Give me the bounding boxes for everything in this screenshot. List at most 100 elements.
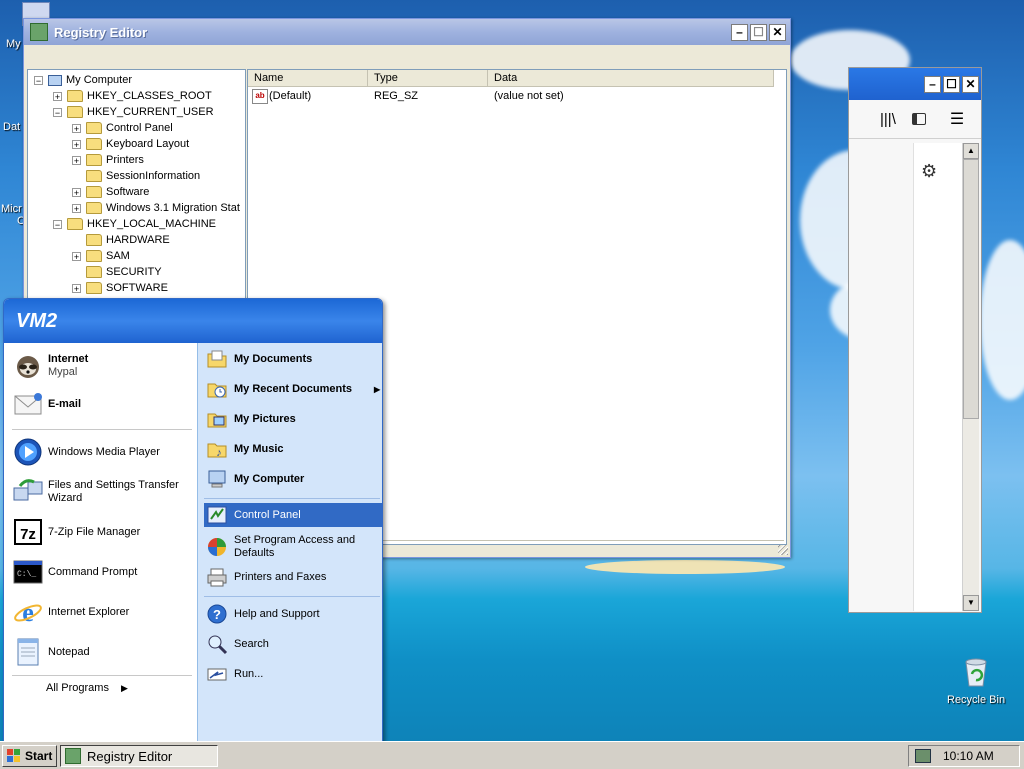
expand-icon[interactable]: + xyxy=(72,203,81,213)
control-panel-icon xyxy=(207,506,227,524)
start-item-internet-explorer[interactable]: e Internet Explorer xyxy=(12,595,192,629)
start-item-notepad[interactable]: Notepad xyxy=(12,635,192,669)
svg-text:C:\_: C:\_ xyxy=(17,570,36,579)
menu-icon[interactable]: ☰ xyxy=(950,109,964,129)
maximize-button[interactable]: ☐ xyxy=(750,23,767,41)
tree-node[interactable]: + Printers xyxy=(72,152,144,168)
folder-icon xyxy=(86,122,102,134)
start-button[interactable]: Start xyxy=(2,745,57,767)
collapse-icon[interactable]: − xyxy=(34,75,43,85)
start-item-email[interactable]: E-mail xyxy=(12,387,192,421)
tree-node[interactable]: + HKEY_CLASSES_ROOT xyxy=(53,88,212,104)
folder-icon xyxy=(86,250,102,262)
library-icon[interactable]: |||\ xyxy=(880,111,896,128)
start-item-transfer-wizard[interactable]: Files and Settings Transfer Wizard xyxy=(12,475,192,509)
sidebar-icon[interactable] xyxy=(911,113,926,125)
start-item-control-panel[interactable]: Control Panel xyxy=(204,503,382,527)
tree-node-label: HKEY_CURRENT_USER xyxy=(87,106,214,118)
start-item-run[interactable]: Run... xyxy=(206,662,263,686)
start-item-internet[interactable]: Internet Mypal xyxy=(12,349,192,383)
start-item-my-computer[interactable]: My Computer xyxy=(206,467,304,491)
expand-icon[interactable]: + xyxy=(53,91,62,101)
scroll-thumb[interactable] xyxy=(963,159,979,419)
expand-icon[interactable]: + xyxy=(72,251,81,261)
separator xyxy=(204,596,380,597)
collapse-icon[interactable]: − xyxy=(53,107,62,117)
recycle-bin-icon xyxy=(965,658,987,687)
arrow-right-icon: ▶ xyxy=(374,384,381,394)
scrollbar[interactable]: ▲ ▼ xyxy=(962,143,979,611)
string-value-icon: ab xyxy=(252,89,268,104)
close-button[interactable]: ✕ xyxy=(962,75,979,93)
start-item-my-pictures[interactable]: My Pictures xyxy=(206,407,296,431)
close-button[interactable]: ✕ xyxy=(769,23,786,41)
collapse-icon[interactable]: − xyxy=(53,219,62,229)
start-item-command-prompt[interactable]: C:\_ Command Prompt xyxy=(12,555,192,589)
clock[interactable]: 10:10 AM xyxy=(943,749,994,763)
tree-node[interactable]: SECURITY xyxy=(72,264,162,280)
column-header-name[interactable]: Name xyxy=(248,70,368,87)
desktop-icon-label[interactable]: Dat xyxy=(3,121,20,133)
start-item-program-access[interactable]: Set Program Access and Defaults xyxy=(206,534,376,560)
svg-text:e: e xyxy=(22,598,34,627)
tree-node[interactable]: + Windows 3.1 Migration Stat xyxy=(72,200,240,216)
folder-icon xyxy=(67,106,83,118)
start-item-help-and-support[interactable]: ? Help and Support xyxy=(206,602,320,626)
all-programs-button[interactable]: All Programs ▶ xyxy=(46,682,128,694)
desktop-icon-label[interactable]: Micr xyxy=(1,203,22,215)
column-header-type[interactable]: Type xyxy=(368,70,488,87)
start-item-my-documents[interactable]: My Documents xyxy=(206,347,312,371)
resize-grip[interactable] xyxy=(778,545,788,555)
desktop-icon-label[interactable]: My xyxy=(6,38,21,50)
tree-node[interactable]: + SOFTWARE xyxy=(72,280,168,296)
taskbar-button-registry-editor[interactable]: Registry Editor xyxy=(60,745,218,767)
folder-icon xyxy=(86,282,102,294)
start-item-my-music[interactable]: ♪ My Music xyxy=(206,437,284,461)
browser-titlebar[interactable]: – ☐ ✕ xyxy=(849,68,981,100)
tree-node-label: Windows 3.1 Migration Stat xyxy=(106,202,240,214)
expand-icon[interactable]: + xyxy=(72,187,81,197)
network-icon[interactable] xyxy=(915,749,931,763)
registry-tree[interactable]: − My Computer + HKEY_CLASSES_ROOT − HKEY_CURR… xyxy=(27,69,246,305)
expand-icon[interactable]: + xyxy=(72,155,81,165)
minimize-button[interactable]: – xyxy=(924,75,941,93)
tree-node[interactable]: HARDWARE xyxy=(72,232,170,248)
scroll-down-button[interactable]: ▼ xyxy=(963,595,979,611)
tree-node-label: My Computer xyxy=(66,74,133,86)
browser-window[interactable]: – ☐ ✕ |||\ ☰ ⚙ ▲ ▼ xyxy=(848,67,982,613)
tree-node[interactable]: − HKEY_CURRENT_USER xyxy=(53,104,214,120)
regedit-titlebar[interactable]: Registry Editor – ☐ ✕ xyxy=(24,19,790,45)
start-item-label: Search xyxy=(234,638,269,650)
island xyxy=(585,560,785,574)
command-prompt-icon: C:\_ xyxy=(13,560,43,584)
maximize-button[interactable]: ☐ xyxy=(943,75,960,93)
start-item-search[interactable]: Search xyxy=(206,632,269,656)
tree-node-my-computer[interactable]: − My Computer xyxy=(34,72,132,88)
expand-icon[interactable]: + xyxy=(72,123,81,133)
start-item-7zip[interactable]: 7z 7-Zip File Manager xyxy=(12,515,192,549)
scroll-up-button[interactable]: ▲ xyxy=(963,143,979,159)
start-item-my-recent-documents[interactable]: My Recent Documents ▶ xyxy=(206,377,380,401)
minimize-button[interactable]: – xyxy=(731,23,748,41)
tree-node[interactable]: + Software xyxy=(72,184,149,200)
gear-icon[interactable]: ⚙ xyxy=(921,161,937,182)
value-type: REG_SZ xyxy=(374,90,419,102)
folder-icon xyxy=(67,90,83,102)
tree-node[interactable]: + Keyboard Layout xyxy=(72,136,189,152)
expand-icon[interactable]: + xyxy=(72,139,81,149)
start-item-windows-media-player[interactable]: Windows Media Player xyxy=(12,435,192,469)
tree-node-label: HKEY_LOCAL_MACHINE xyxy=(87,218,216,230)
recycle-bin[interactable]: Recycle Bin xyxy=(946,656,1006,712)
tree-node[interactable]: + SAM xyxy=(72,248,130,264)
expand-icon[interactable]: + xyxy=(72,283,81,293)
tree-node[interactable]: + Control Panel xyxy=(72,120,173,136)
tree-node[interactable]: − HKEY_LOCAL_MACHINE xyxy=(53,216,216,232)
table-row[interactable]: ab (Default) REG_SZ (value not set) xyxy=(248,88,768,105)
tree-node-label: SECURITY xyxy=(106,266,162,278)
separator xyxy=(204,498,380,499)
start-item-label: Internet Explorer xyxy=(48,606,130,618)
start-item-printers-and-faxes[interactable]: Printers and Faxes xyxy=(206,565,326,589)
my-pictures-icon xyxy=(207,413,227,428)
tree-node[interactable]: SessionInformation xyxy=(72,168,200,184)
column-header-data[interactable]: Data xyxy=(488,70,774,87)
